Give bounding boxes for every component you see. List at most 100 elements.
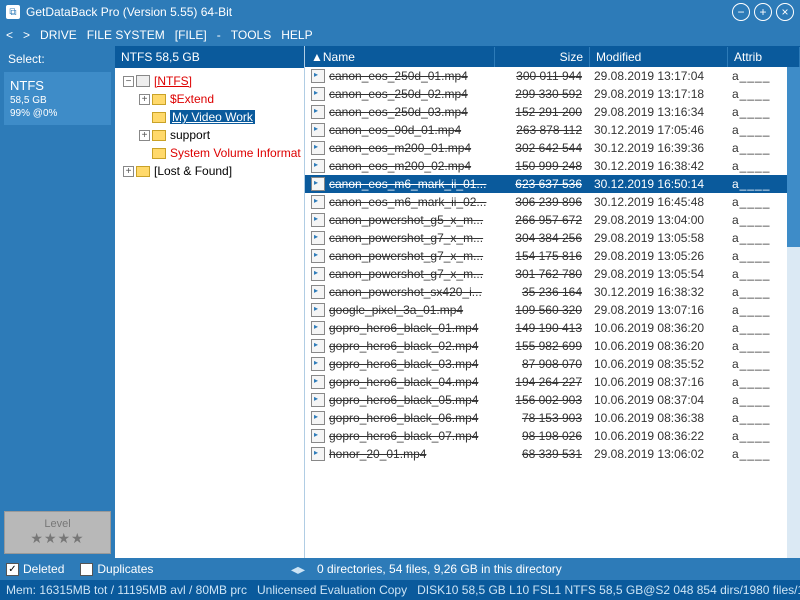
file-row[interactable]: canon_eos_90d_01.mp4263 878 11230.12.201…	[305, 121, 800, 139]
file-name: canon_powershot_g7_x_m...	[329, 267, 493, 281]
tree-item-myvideowork[interactable]: My Video Work	[117, 108, 302, 126]
file-icon	[311, 249, 325, 263]
drive-icon	[136, 75, 150, 87]
file-name: canon_eos_250d_02.mp4	[329, 87, 493, 101]
file-name: google_pixel_3a_01.mp4	[329, 303, 493, 317]
level-box[interactable]: Level ★★★★	[4, 511, 111, 554]
file-row[interactable]: canon_eos_m6_mark_ii_01...623 637 53630.…	[305, 175, 800, 193]
file-attrib: a____	[726, 339, 770, 353]
tree-item-label: My Video Work	[170, 110, 255, 124]
file-attrib: a____	[726, 393, 770, 407]
file-attrib: a____	[726, 69, 770, 83]
file-row[interactable]: gopro_hero6_black_04.mp4194 264 22710.06…	[305, 373, 800, 391]
file-icon	[311, 177, 325, 191]
resize-grip-icon[interactable]: ◂▸	[291, 561, 305, 578]
folder-icon	[152, 148, 166, 159]
expander-icon[interactable]: +	[139, 130, 150, 141]
file-list-header: ▲Name Size Modified Attrib	[305, 46, 800, 67]
expander-icon[interactable]: +	[123, 166, 134, 177]
file-attrib: a____	[726, 357, 770, 371]
col-header-size[interactable]: Size	[495, 47, 590, 67]
menu-file[interactable]: [FILE]	[175, 28, 207, 42]
file-row[interactable]: canon_eos_m200_01.mp4302 642 54430.12.20…	[305, 139, 800, 157]
file-size: 87 908 070	[493, 357, 588, 371]
file-row[interactable]: gopro_hero6_black_01.mp4149 190 41310.06…	[305, 319, 800, 337]
app-icon: ⧉	[6, 5, 20, 19]
file-row[interactable]: canon_powershot_g5_x_m...266 957 67229.0…	[305, 211, 800, 229]
file-row[interactable]: canon_powershot_sx420_i...35 236 16430.1…	[305, 283, 800, 301]
folder-icon	[152, 112, 166, 123]
file-row[interactable]: canon_powershot_g7_x_m...301 762 78029.0…	[305, 265, 800, 283]
titlebar: ⧉ GetDataBack Pro (Version 5.55) 64-Bit …	[0, 0, 800, 24]
scrollbar[interactable]	[787, 67, 800, 558]
file-row[interactable]: gopro_hero6_black_03.mp487 908 07010.06.…	[305, 355, 800, 373]
expander-icon[interactable]: +	[139, 94, 150, 105]
menubar: < > DRIVE FILE SYSTEM [FILE] - TOOLS HEL…	[0, 24, 800, 46]
file-row[interactable]: gopro_hero6_black_07.mp498 198 02610.06.…	[305, 427, 800, 445]
menu-tools[interactable]: TOOLS	[231, 28, 271, 42]
menu-drive[interactable]: DRIVE	[40, 28, 77, 42]
file-row[interactable]: google_pixel_3a_01.mp4109 560 32029.08.2…	[305, 301, 800, 319]
file-size: 623 637 536	[493, 177, 588, 191]
file-size: 155 982 699	[493, 339, 588, 353]
file-name: canon_eos_90d_01.mp4	[329, 123, 493, 137]
menu-help[interactable]: HELP	[281, 28, 312, 42]
col-header-modified[interactable]: Modified	[590, 47, 728, 67]
file-row[interactable]: canon_eos_250d_01.mp4300 011 94429.08.20…	[305, 67, 800, 85]
file-attrib: a____	[726, 267, 770, 281]
file-name: honor_20_01.mp4	[329, 447, 493, 461]
file-size: 263 878 112	[493, 123, 588, 137]
tree-item-label: System Volume Informat	[170, 146, 301, 160]
file-list-pane: ▲Name Size Modified Attrib canon_eos_250…	[305, 46, 800, 558]
file-attrib: a____	[726, 231, 770, 245]
drive-item-ntfs[interactable]: NTFS 58,5 GB 99% @0%	[4, 72, 111, 125]
file-name: canon_eos_m6_mark_ii_01...	[329, 177, 493, 191]
file-row[interactable]: canon_eos_m200_02.mp4150 999 24830.12.20…	[305, 157, 800, 175]
file-row[interactable]: honor_20_01.mp468 339 53129.08.2019 13:0…	[305, 445, 800, 463]
file-row[interactable]: canon_eos_250d_03.mp4152 291 20029.08.20…	[305, 103, 800, 121]
tree-item-sysvolinfo[interactable]: System Volume Informat	[117, 144, 302, 162]
minimize-button[interactable]: −	[732, 3, 750, 21]
nav-forward-button[interactable]: >	[23, 28, 30, 42]
close-button[interactable]: ×	[776, 3, 794, 21]
file-size: 301 762 780	[493, 267, 588, 281]
tree-item-lostfound[interactable]: + [Lost & Found]	[117, 162, 302, 180]
file-row[interactable]: canon_eos_250d_02.mp4299 330 59229.08.20…	[305, 85, 800, 103]
file-attrib: a____	[726, 375, 770, 389]
file-attrib: a____	[726, 87, 770, 101]
file-modified: 10.06.2019 08:37:16	[588, 375, 726, 389]
file-row[interactable]: gopro_hero6_black_06.mp478 153 90310.06.…	[305, 409, 800, 427]
tree-item-support[interactable]: + support	[117, 126, 302, 144]
file-attrib: a____	[726, 213, 770, 227]
drive-select-panel: Select: NTFS 58,5 GB 99% @0% Level ★★★★	[0, 46, 115, 558]
file-icon	[311, 303, 325, 317]
level-label: Level	[9, 518, 106, 530]
tree-body: − [NTFS] + $Extend My Video Work	[115, 68, 304, 558]
nav-back-button[interactable]: <	[6, 28, 13, 42]
file-row[interactable]: canon_powershot_g7_x_m...304 384 25629.0…	[305, 229, 800, 247]
file-modified: 10.06.2019 08:37:04	[588, 393, 726, 407]
file-size: 304 384 256	[493, 231, 588, 245]
tree-root[interactable]: − [NTFS]	[117, 72, 302, 90]
scrollbar-thumb[interactable]	[787, 67, 800, 247]
file-name: gopro_hero6_black_02.mp4	[329, 339, 493, 353]
file-name: canon_eos_m200_01.mp4	[329, 141, 493, 155]
tree-item-extend[interactable]: + $Extend	[117, 90, 302, 108]
maximize-button[interactable]: +	[754, 3, 772, 21]
col-header-name[interactable]: ▲Name	[305, 47, 495, 67]
file-row[interactable]: canon_powershot_g7_x_m...154 175 81629.0…	[305, 247, 800, 265]
file-row[interactable]: canon_eos_m6_mark_ii_02...306 239 89630.…	[305, 193, 800, 211]
file-icon	[311, 195, 325, 209]
folder-tree-pane: NTFS 58,5 GB − [NTFS] + $Extend	[115, 46, 305, 558]
menu-filesystem[interactable]: FILE SYSTEM	[87, 28, 165, 42]
col-header-attrib[interactable]: Attrib	[728, 47, 800, 67]
expander-icon[interactable]: −	[123, 76, 134, 87]
drive-size: 58,5 GB	[10, 95, 105, 106]
tree-root-label: [NTFS]	[154, 74, 192, 88]
file-attrib: a____	[726, 321, 770, 335]
footer-bar: ✓ Deleted Duplicates ◂▸ 0 directories, 5…	[0, 558, 800, 580]
file-row[interactable]: gopro_hero6_black_02.mp4155 982 69910.06…	[305, 337, 800, 355]
duplicates-checkbox[interactable]	[80, 563, 93, 576]
file-row[interactable]: gopro_hero6_black_05.mp4156 002 90310.06…	[305, 391, 800, 409]
deleted-checkbox[interactable]: ✓	[6, 563, 19, 576]
